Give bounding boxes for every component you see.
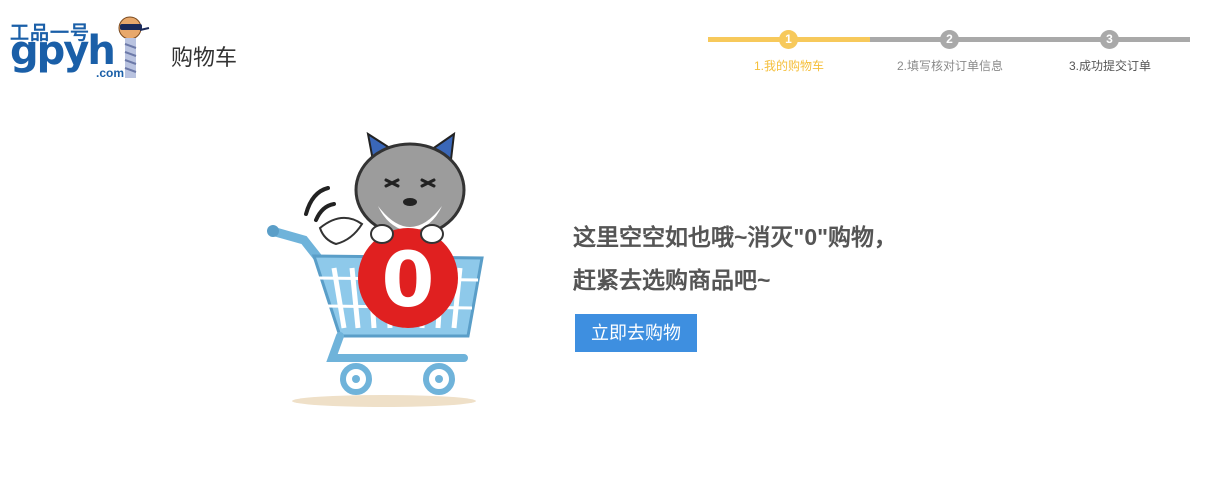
bolt-mascot-icon bbox=[118, 16, 150, 78]
step-2-dot: 2 bbox=[940, 30, 959, 49]
step-3-label: 3.成功提交订单 bbox=[1068, 59, 1152, 73]
empty-cart-illustration: 0 bbox=[267, 131, 484, 407]
site-logo[interactable]: 工品一号 gpyh .com bbox=[10, 14, 158, 84]
progress-track-pending bbox=[870, 37, 1190, 42]
empty-cart-line-2: 赶紧去选购商品吧~ bbox=[573, 267, 771, 293]
badge-zero: 0 bbox=[382, 235, 435, 324]
step-2-label: 2.填写核对订单信息 bbox=[896, 59, 1004, 73]
step-1-dot: 1 bbox=[779, 30, 798, 49]
go-shopping-button[interactable]: 立即去购物 bbox=[575, 314, 697, 352]
empty-cart-line-1: 这里空空如也哦~消灭"0"购物， bbox=[573, 224, 898, 250]
page-title: 购物车 bbox=[171, 45, 238, 70]
step-1-label: 1.我的购物车 bbox=[753, 59, 825, 73]
empty-cart-message: 这里空空如也哦~消灭"0"购物， 赶紧去选购商品吧~ bbox=[573, 216, 897, 302]
step-3-dot: 3 bbox=[1100, 30, 1119, 49]
checkout-steps: 1 2 3 1.我的购物车 2.填写核对订单信息 3.成功提交订单 bbox=[708, 30, 1190, 80]
